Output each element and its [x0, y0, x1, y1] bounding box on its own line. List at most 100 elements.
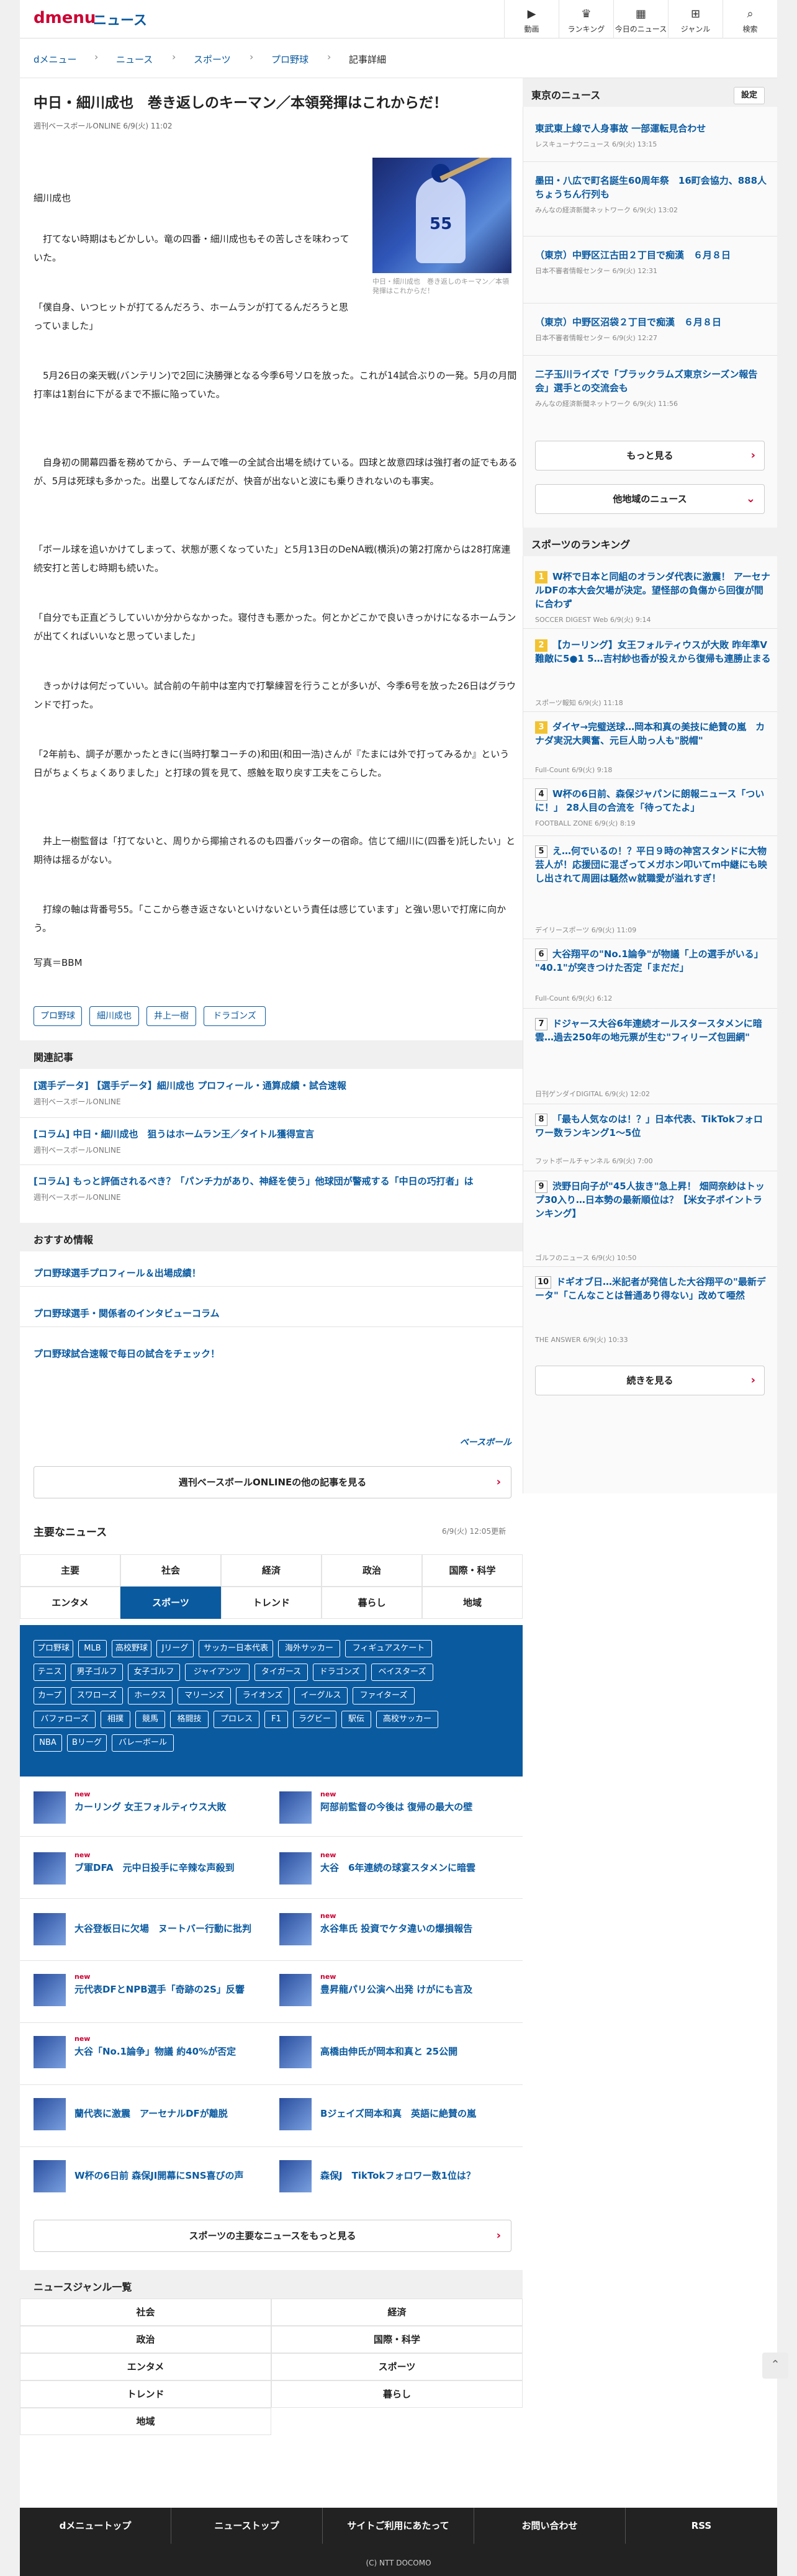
local-news-title[interactable]: 墨田・八広で町名誕生60周年祭 16町会協力、888人ちょうちん行列も	[535, 174, 771, 201]
footer-link[interactable]: RSS	[626, 2508, 777, 2544]
keyword-chip[interactable]: ベイスターズ	[371, 1664, 433, 1681]
news-section-logo[interactable]: ニュース	[93, 9, 147, 29]
keyword-chip[interactable]: サッカー日本代表	[199, 1640, 273, 1657]
footer-link[interactable]: dメニュートップ	[20, 2508, 171, 2544]
genre-link[interactable]: トレンド	[20, 2380, 271, 2408]
local-news-title[interactable]: （東京）中野区沼袋２丁目で痴漢 ６月８日	[535, 315, 771, 329]
keyword-chip[interactable]: プロレス	[214, 1711, 259, 1728]
keyword-chip[interactable]: タイガース	[254, 1664, 308, 1681]
footer-link[interactable]: サイトご利用にあたって	[323, 2508, 474, 2544]
news-title[interactable]: 阿部前監督の今後は 復帰の最大の壁	[320, 1800, 513, 1814]
related-title[interactable]: [コラム] 中日・細川成也 狙うはホームラン王／タイトル獲得宣言	[34, 1127, 511, 1141]
tag-link[interactable]: 井上一樹	[146, 1006, 196, 1026]
keyword-chip[interactable]: NBA	[34, 1734, 62, 1752]
keyword-chip[interactable]: F1	[264, 1711, 288, 1728]
keyword-chip[interactable]: Bリーグ	[67, 1734, 107, 1752]
genre-link[interactable]: 暮らし	[271, 2380, 523, 2408]
keyword-chip[interactable]: ラグビー	[293, 1711, 336, 1728]
news-title[interactable]: 大谷 6年連続の球宴スタメンに暗雲	[320, 1861, 513, 1875]
ranking-title[interactable]: ドジャース大谷6年連続オールスタースタメンに暗雲…過去250年の地元票が生む"フ…	[535, 1017, 771, 1044]
tab-main[interactable]: 主要	[20, 1554, 120, 1587]
keyword-chip[interactable]: 格闘技	[170, 1711, 209, 1728]
ranking-more-button[interactable]: 続きを見る ›	[535, 1366, 765, 1395]
keyword-chip[interactable]: ホークス	[128, 1687, 173, 1705]
tag-link[interactable]: プロ野球	[34, 1006, 82, 1026]
keyword-chip[interactable]: カープ	[34, 1687, 66, 1705]
keyword-chip[interactable]: ドラゴンズ	[313, 1664, 366, 1681]
ranking-title[interactable]: W杯で日本と同組のオランダ代表に激震！ アーセナルDFの本大会欠場が決定。望怪部…	[535, 570, 771, 611]
local-news-item[interactable]: 東武東上線で人身事故 一部運転見合わせ レスキューナウニュース 6/9(火) 13…	[535, 122, 771, 149]
keyword-chip[interactable]: フィギュアスケート	[345, 1640, 432, 1657]
keyword-chip[interactable]: テニス	[34, 1664, 66, 1681]
keyword-chip[interactable]: 競馬	[135, 1711, 165, 1728]
ranking-title[interactable]: 「最も人気なのは！？」日本代表、TikTokフォロワー数ランキング1～5位	[535, 1112, 771, 1140]
keyword-chip[interactable]: スワローズ	[71, 1687, 123, 1705]
related-item[interactable]: [選手データ] 【選手データ】細川成也 プロフィール・通算成績・試合速報 週刊ベー…	[34, 1079, 511, 1107]
breadcrumb-item[interactable]: ニュース	[116, 53, 153, 66]
other-region-button[interactable]: 他地域のニュース ⌄	[535, 484, 765, 514]
keyword-chip[interactable]: イーグルス	[294, 1687, 348, 1705]
dmenu-logo[interactable]: dmenu	[34, 9, 96, 27]
local-settings-button[interactable]: 設定	[734, 87, 765, 104]
keyword-chip[interactable]: Jリーグ	[156, 1640, 194, 1657]
nav-video[interactable]: ▶ 動画	[504, 0, 559, 38]
news-title[interactable]: ブ軍DFA 元中日投手に辛辣な声殺到	[74, 1861, 261, 1875]
tab-society[interactable]: 社会	[120, 1554, 221, 1587]
keyword-chip[interactable]: 高校野球	[112, 1640, 151, 1657]
ranking-title[interactable]: 大谷翔平の"No.1論争"が物議「上の選手がいる」 "40.1"が突きつけた否定…	[535, 947, 771, 975]
keyword-chip[interactable]: 駅伝	[341, 1711, 371, 1728]
news-title[interactable]: Bジェイズ岡本和真 英語に絶賛の嵐	[320, 2107, 513, 2120]
tab-entertainment[interactable]: エンタメ	[20, 1587, 120, 1619]
genre-link[interactable]: 経済	[271, 2299, 523, 2326]
news-title[interactable]: 森保J TikTokフォロワー数1位は？	[320, 2169, 513, 2182]
breadcrumb-item[interactable]: dメニュー	[34, 53, 77, 66]
recommend-link[interactable]: プロ野球試合速報で毎日の試合をチェック！	[34, 1347, 220, 1360]
footer-link[interactable]: ニューストップ	[171, 2508, 323, 2544]
tab-trend[interactable]: トレンド	[221, 1587, 322, 1619]
news-title[interactable]: 水谷隼氏 投資でケタ違いの爆損報告	[320, 1922, 513, 1935]
keyword-chip[interactable]: ライオンズ	[236, 1687, 289, 1705]
local-more-button[interactable]: もっと見る ›	[535, 441, 765, 471]
scroll-to-top-button[interactable]: ⌃	[762, 2353, 788, 2379]
local-news-item[interactable]: 墨田・八広で町名誕生60周年祭 16町会協力、888人ちょうちん行列も みんなの経…	[535, 174, 771, 215]
more-sports-news-button[interactable]: スポーツの主要なニュースをもっと見る ›	[34, 2220, 511, 2252]
tab-international[interactable]: 国際・科学	[422, 1554, 523, 1587]
related-title[interactable]: [コラム] もっと評価されるべき？「パンチ力があり、神経を使う」他球団が警戒する…	[34, 1174, 511, 1188]
news-title[interactable]: 豊昇龍パリ公演へ出発 けがにも言及	[320, 1983, 513, 1996]
ranking-title[interactable]: ドギオブ日…米記者が発信した大谷翔平の"最新データ"「こんなことは普通あり得ない…	[535, 1275, 771, 1302]
keyword-chip[interactable]: MLB	[78, 1640, 107, 1657]
news-title[interactable]: W杯の6日前 森保JI開幕にSNS喜びの声	[74, 2169, 261, 2182]
local-news-title[interactable]: 二子玉川ライズで「ブラックラムズ東京シーズン報告会」選手との交流会も	[535, 367, 771, 395]
keyword-chip[interactable]: 海外サッカー	[278, 1640, 340, 1657]
ranking-title[interactable]: え…何でいるの！？平日９時の神宮スタンドに大物芸人が！応援団に混ざってメガホン叩…	[535, 844, 771, 885]
related-item[interactable]: [コラム] 中日・細川成也 狙うはホームラン王／タイトル獲得宣言 週刊ベースボール…	[34, 1127, 511, 1155]
genre-link[interactable]: 政治	[20, 2326, 271, 2353]
genre-link[interactable]: 社会	[20, 2299, 271, 2326]
ranking-title[interactable]: 【カーリング】女王フォルティウスが大敗 昨年準V難敵に5●1 5…吉村紗也香が投…	[535, 638, 771, 665]
article-photo[interactable]: 55	[372, 158, 511, 273]
keyword-chip[interactable]: 高校サッカー	[376, 1711, 438, 1728]
news-title[interactable]: 元代表DFとNPB選手「奇跡の2S」反響	[74, 1983, 261, 1996]
news-title[interactable]: カーリング 女王フォルティウス大敗	[74, 1800, 261, 1814]
tab-life[interactable]: 暮らし	[322, 1587, 422, 1619]
genre-link[interactable]: 地域	[20, 2408, 271, 2435]
genre-link[interactable]: エンタメ	[20, 2353, 271, 2380]
ranking-title[interactable]: W杯の6日前、森保ジャパンに朗報ニュース「ついに！」 28人目の合流を「待ってた…	[535, 787, 771, 814]
ranking-title[interactable]: 渋野日向子が"45人抜き"急上昇！ 畑岡奈紗はトップ30入り…日本勢の最新順位は…	[535, 1179, 771, 1220]
tag-link[interactable]: 細川成也	[89, 1006, 139, 1026]
local-news-item[interactable]: 二子玉川ライズで「ブラックラムズ東京シーズン報告会」選手との交流会も みんなの経済…	[535, 367, 771, 408]
keyword-chip[interactable]: ファイターズ	[353, 1687, 415, 1705]
genre-link[interactable]: スポーツ	[271, 2353, 523, 2380]
related-title[interactable]: [選手データ] 【選手データ】細川成也 プロフィール・通算成績・試合速報	[34, 1079, 511, 1092]
local-news-title[interactable]: 東武東上線で人身事故 一部運転見合わせ	[535, 122, 771, 135]
breadcrumb-item[interactable]: スポーツ	[194, 53, 231, 66]
news-title[interactable]: 大谷登板日に欠場 ヌートバー行動に批判	[74, 1922, 261, 1935]
related-item[interactable]: [コラム] もっと評価されるべき？「パンチ力があり、神経を使う」他球団が警戒する…	[34, 1174, 511, 1202]
ranking-title[interactable]: ダイヤ→完璧送球…岡本和真の美技に絶賛の嵐 カナダ実況大興奮、元巨人助っ人も"脱…	[535, 720, 771, 747]
keyword-chip[interactable]: プロ野球	[34, 1640, 73, 1657]
recommend-link[interactable]: プロ野球選手プロフィール＆出場成績！	[34, 1266, 201, 1279]
tab-economy[interactable]: 経済	[221, 1554, 322, 1587]
keyword-chip[interactable]: マリーンズ	[178, 1687, 231, 1705]
nav-genre[interactable]: ⊞ ジャンル	[668, 0, 723, 38]
local-news-title[interactable]: （東京）中野区江古田２丁目で痴漢 ６月８日	[535, 248, 771, 262]
